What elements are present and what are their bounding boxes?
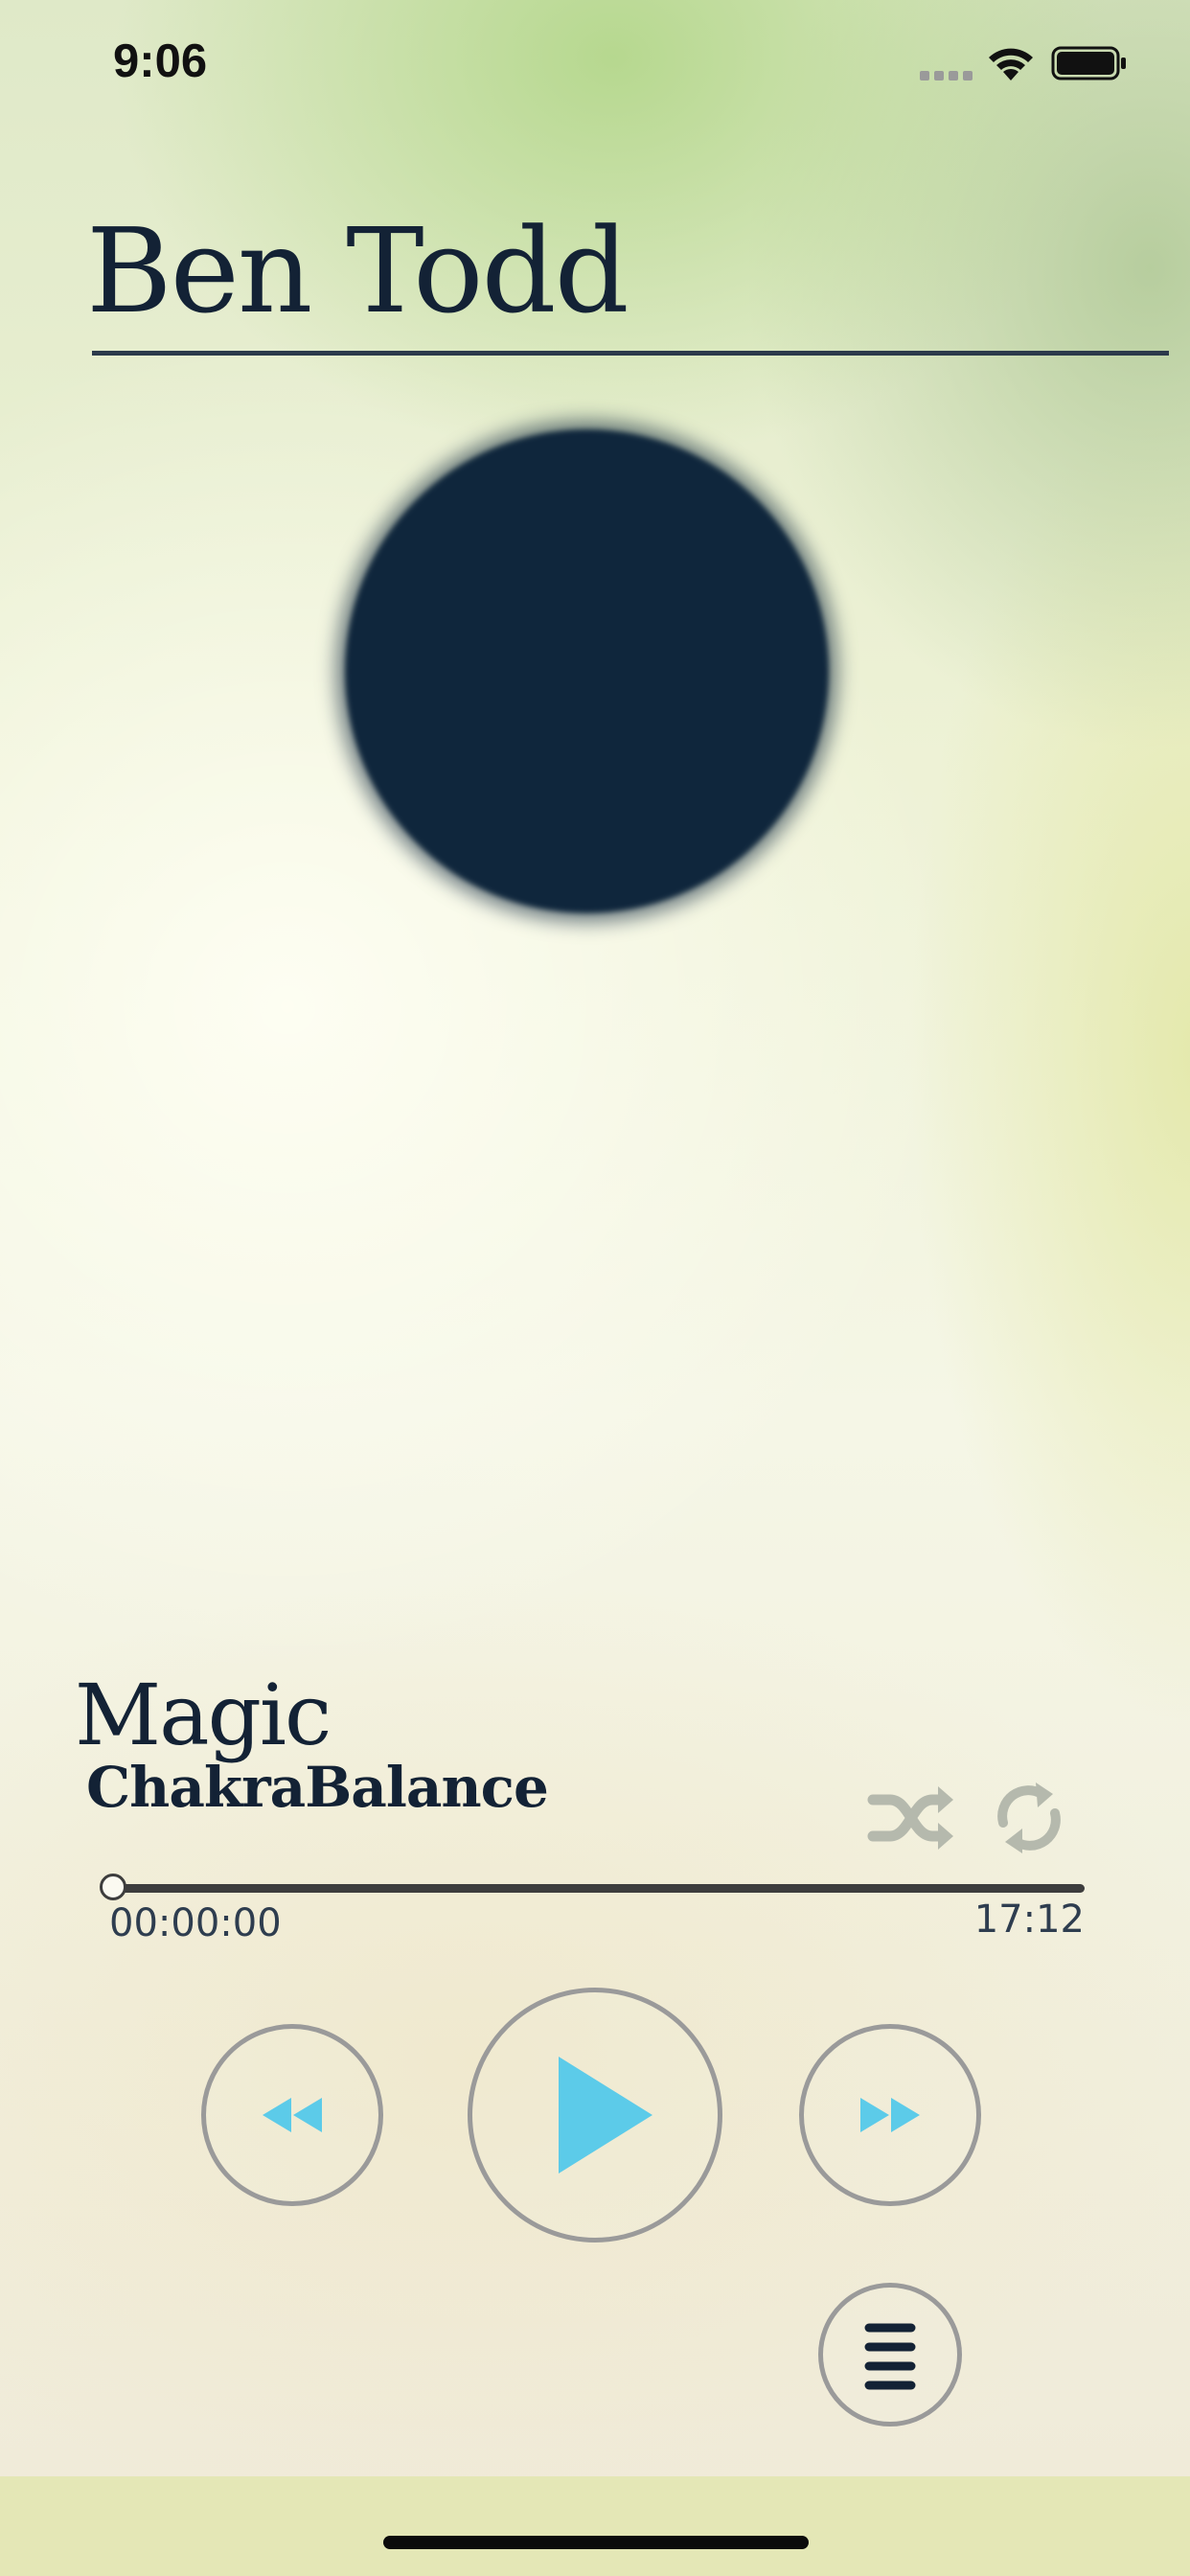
- cellular-signal-icon: [920, 71, 973, 80]
- album-artwork: [345, 429, 829, 913]
- track-title: Magic: [75, 1666, 332, 1764]
- repeat-icon[interactable]: [992, 1781, 1066, 1855]
- track-subtitle: ChakraBalance: [86, 1755, 549, 1820]
- status-time: 9:06: [113, 35, 208, 87]
- play-icon: [559, 2057, 652, 2174]
- menu-icon: [864, 2323, 916, 2390]
- rewind-button[interactable]: [201, 2024, 383, 2206]
- bottom-band: [0, 2476, 1190, 2576]
- shuffle-icon[interactable]: [867, 1784, 955, 1852]
- menu-button[interactable]: [818, 2283, 962, 2426]
- fast-forward-button[interactable]: [799, 2024, 981, 2206]
- progress-knob[interactable]: [100, 1874, 126, 1900]
- home-indicator[interactable]: [383, 2536, 809, 2549]
- status-bar: 9:06: [0, 0, 1190, 126]
- progress-slider[interactable]: [100, 1874, 1085, 1900]
- wifi-icon: [989, 48, 1033, 80]
- play-button[interactable]: [468, 1988, 722, 2242]
- title-divider: [92, 351, 1169, 356]
- artist-title: Ben Todd: [86, 203, 629, 339]
- battery-icon: [1051, 46, 1126, 80]
- rewind-icon: [263, 2098, 322, 2132]
- elapsed-time: 00:00:00: [109, 1901, 282, 1945]
- fast-forward-icon: [860, 2098, 920, 2132]
- total-time: 17:12: [973, 1898, 1085, 1942]
